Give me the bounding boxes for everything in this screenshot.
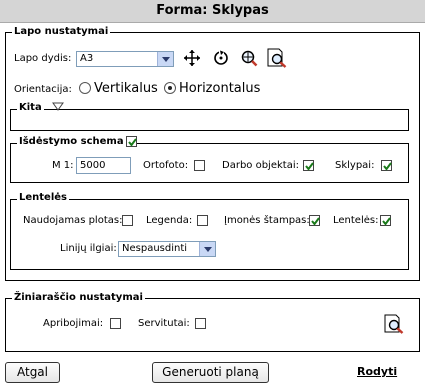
page-size-select[interactable]: A3: [76, 51, 174, 67]
restrictions-label: Apribojimai:: [43, 318, 104, 329]
layout-scheme-legend: Išdėstymo schema: [17, 136, 126, 148]
register-settings-legend: Žiniaraščio nustatymai: [12, 292, 145, 304]
scale-label: M 1:: [52, 160, 74, 171]
line-lengths-label: Linijų ilgiai:: [60, 243, 117, 254]
parcels-checkbox[interactable]: [381, 160, 392, 171]
ortofoto-label: Ortofoto:: [143, 160, 189, 171]
page-preview-icon[interactable]: [383, 314, 405, 334]
expand-triangle-icon[interactable]: [52, 102, 64, 111]
tables-checkbox[interactable]: [380, 215, 391, 226]
move-icon[interactable]: [183, 49, 201, 67]
orientation-vertical-label[interactable]: Vertikalus: [94, 80, 158, 98]
line-lengths-select[interactable]: Nespausdinti: [118, 241, 216, 257]
legend-checkbox[interactable]: [197, 215, 208, 226]
used-area-label: Naudojamas plotas:: [23, 215, 123, 226]
tables-label: Lentelės:: [333, 215, 379, 226]
chevron-down-icon: [157, 52, 173, 66]
company-stamp-label: Įmonės štampas:: [224, 215, 310, 226]
rotate-icon[interactable]: [212, 49, 230, 67]
orientation-label: Orientacija:: [14, 84, 72, 95]
page-settings-legend: Lapo nustatymai: [12, 26, 111, 38]
servitudes-label: Servitutai:: [138, 318, 190, 329]
back-button[interactable]: Atgal: [5, 362, 60, 383]
line-lengths-value: Nespausdinti: [122, 243, 188, 254]
scale-input[interactable]: 5000: [76, 157, 131, 174]
page-size-label: Lapo dydis:: [14, 53, 72, 64]
orientation-horizontal-radio[interactable]: [164, 82, 176, 94]
chevron-down-icon: [199, 242, 215, 256]
work-objects-checkbox[interactable]: [303, 160, 314, 171]
orientation-vertical-radio[interactable]: [79, 82, 91, 94]
used-area-checkbox[interactable]: [122, 215, 133, 226]
ortofoto-checkbox[interactable]: [194, 160, 205, 171]
tables-legend: Lentelės: [17, 192, 69, 204]
other-group: [10, 109, 409, 131]
restrictions-checkbox[interactable]: [110, 318, 121, 329]
page-preview-icon[interactable]: [266, 48, 288, 68]
tables-group: [10, 199, 409, 270]
zoom-extent-icon[interactable]: [240, 49, 258, 67]
company-stamp-checkbox[interactable]: [309, 215, 320, 226]
legend-label: Legenda:: [146, 215, 193, 226]
work-objects-label: Darbo objektai:: [222, 160, 299, 171]
orientation-horizontal-label[interactable]: Horizontalus: [179, 80, 260, 98]
window-title: Forma: Sklypas: [0, 0, 425, 23]
parcels-label: Sklypai:: [335, 160, 375, 171]
servitudes-checkbox[interactable]: [195, 318, 206, 329]
other-legend: Kita: [17, 102, 44, 114]
layout-scheme-enable-checkbox[interactable]: [126, 136, 137, 147]
show-link[interactable]: Rodyti: [357, 365, 397, 379]
generate-plan-button[interactable]: Generuoti planą: [152, 362, 269, 383]
page-size-value: A3: [80, 53, 94, 64]
